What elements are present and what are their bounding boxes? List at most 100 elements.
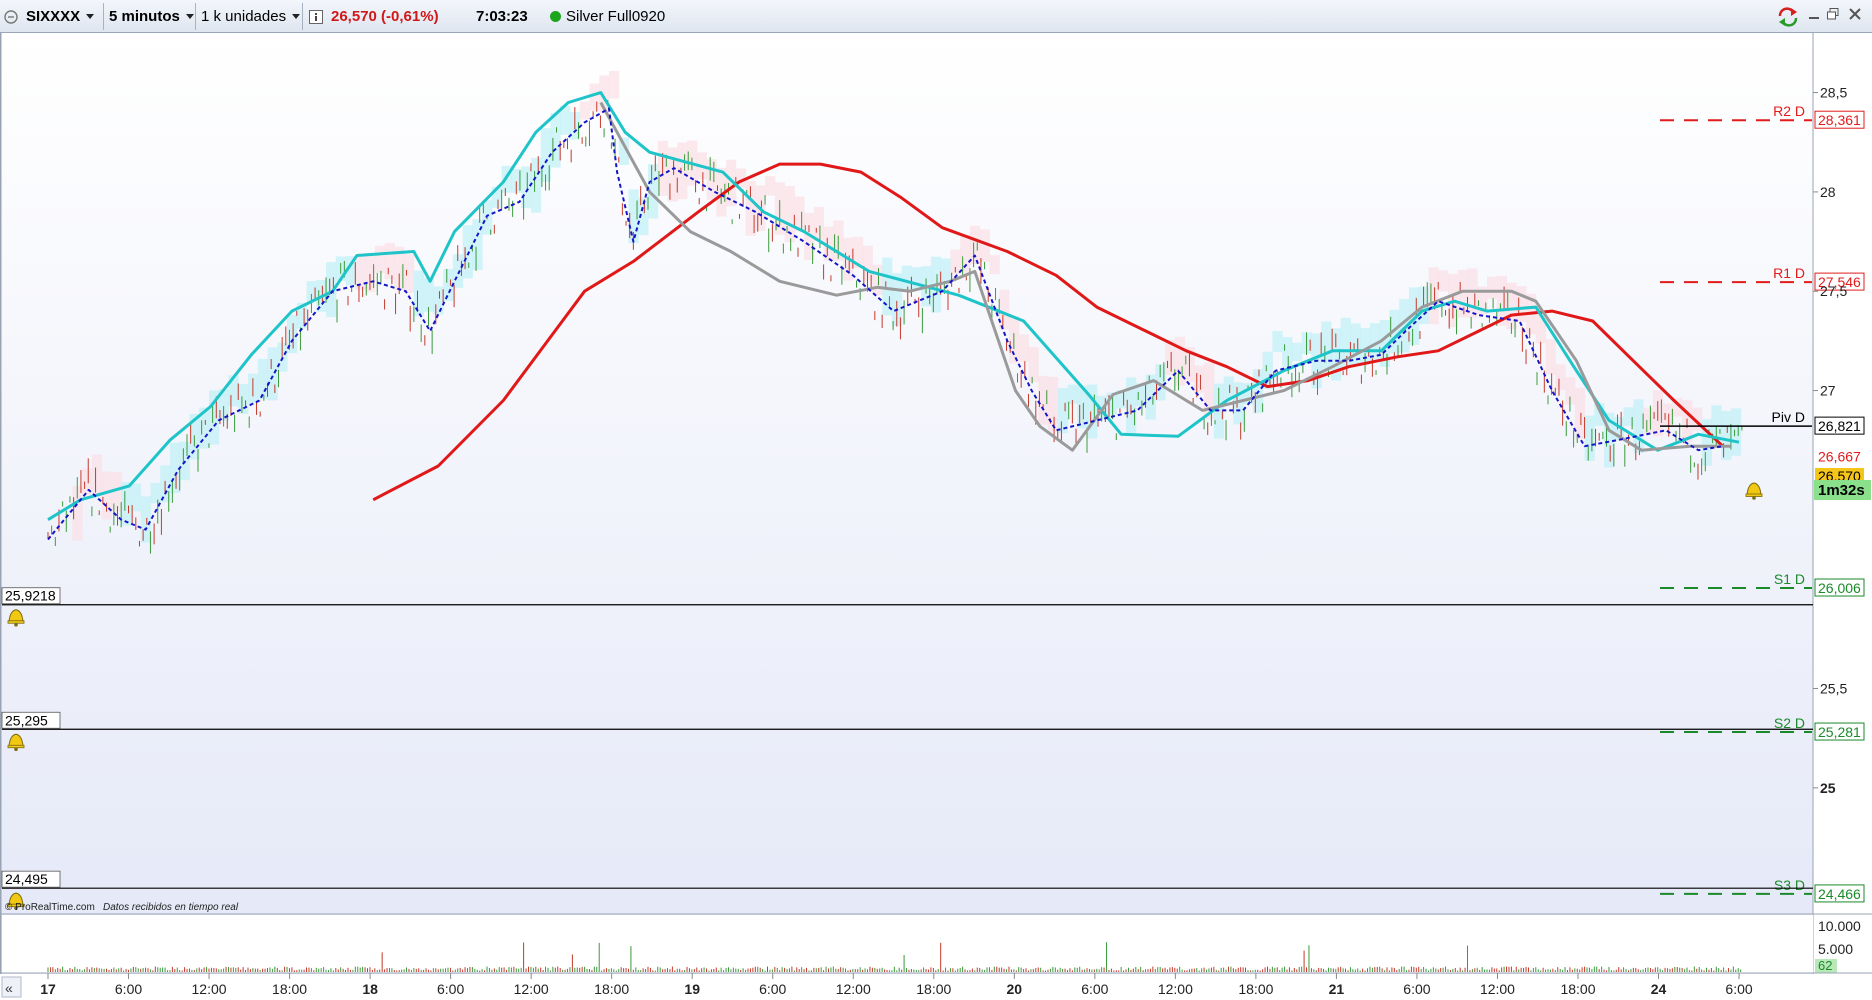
cloud-segment: [413, 270, 425, 317]
pivot-name: S3 D: [1774, 877, 1805, 893]
restore-icon[interactable]: [1826, 8, 1840, 22]
time-tick-label: 18: [362, 981, 378, 997]
time-tick-label: 6:00: [437, 981, 464, 997]
cloud-segment: [521, 166, 532, 209]
price-tick-label: 28,5: [1820, 85, 1847, 101]
cloud-segment: [999, 289, 1010, 330]
cloud-segment: [1291, 342, 1303, 362]
cloud-segment: [1545, 339, 1556, 375]
time-tick-label: 6:00: [759, 981, 786, 997]
price-chart[interactable]: R2 D28,361R1 D27,546Piv D26,821S1 D26,00…: [0, 33, 1872, 1000]
cloud-segment: [1282, 337, 1293, 368]
refresh-icon: [1778, 6, 1798, 27]
price-tick-label: 27: [1820, 383, 1836, 399]
symbol-selector[interactable]: SIXXXX: [26, 4, 95, 29]
time-tick-label: 6:00: [1403, 981, 1430, 997]
double-chevron-left-icon: «: [5, 980, 13, 996]
time-tick-label: 18:00: [1238, 981, 1273, 997]
cloud-segment: [1721, 410, 1732, 461]
cloud-segment: [579, 101, 590, 120]
symbol-label: SIXXXX: [26, 8, 81, 25]
time-tick-label: 18:00: [272, 981, 307, 997]
cloud-segment: [1047, 376, 1059, 432]
cloud-segment: [911, 267, 922, 291]
cloud-segment: [91, 454, 103, 494]
cloud-segment: [1467, 268, 1478, 318]
time-tick-label: 20: [1007, 981, 1023, 997]
time-tick-label: 12:00: [1158, 981, 1193, 997]
clock-time: 7:03:23: [476, 8, 528, 25]
minimize-icon[interactable]: [1807, 8, 1821, 22]
pivot-name: S2 D: [1774, 715, 1805, 731]
grip-icon[interactable]: [4, 4, 20, 29]
cloud-segment: [667, 147, 678, 202]
instrument-info: Silver Full0920: [550, 4, 665, 29]
cloud-segment: [550, 113, 561, 168]
cloud-segment: [960, 234, 971, 274]
cloud-segment: [140, 496, 151, 543]
cloud-segment: [267, 347, 278, 401]
cloud-segment: [423, 277, 434, 312]
cloud-segment: [462, 225, 473, 279]
time-tick-label: 6:00: [1725, 981, 1752, 997]
price-tick-label: 27,5: [1820, 283, 1847, 299]
cloud-segment: [989, 255, 1000, 275]
time-tick-label: 17: [40, 981, 56, 997]
cloud-segment: [765, 176, 776, 196]
info-icon: [309, 9, 323, 24]
cloud-segment: [1194, 365, 1205, 393]
info-button[interactable]: [309, 4, 323, 29]
time-tick-label: 21: [1329, 981, 1345, 997]
cloud-segment: [1643, 407, 1654, 435]
alert-value: 25,295: [5, 712, 48, 728]
cloud-segment: [433, 286, 444, 315]
volume-tick-label: 5.000: [1818, 941, 1853, 957]
cloud-segment: [1662, 403, 1673, 427]
cloud-segment: [1272, 331, 1283, 353]
chevron-down-icon: [86, 14, 95, 19]
cloud-segment: [384, 242, 395, 280]
time-tick-label: 12:00: [836, 981, 871, 997]
realtime-note: Datos recibidos en tiempo real: [103, 902, 239, 913]
timeframe-selector[interactable]: 5 minutos: [109, 4, 194, 29]
pivot-name: R1 D: [1773, 265, 1805, 281]
pivot-name: Piv D: [1772, 409, 1805, 425]
countdown-text: 1m32s: [1818, 482, 1865, 499]
close-icon[interactable]: [1848, 8, 1862, 22]
cloud-segment: [813, 206, 825, 241]
cloud-segment: [1584, 415, 1595, 461]
price-axis-area: [1813, 33, 1872, 1000]
cloud-segment: [969, 225, 981, 265]
cloud-segment: [1057, 387, 1069, 434]
price-tick-label: 25,5: [1820, 681, 1847, 697]
instrument-name: Silver Full0920: [566, 8, 666, 25]
cloud-segment: [1555, 364, 1566, 390]
units-selector[interactable]: 1 k unidades: [201, 4, 301, 29]
alert-value: 24,495: [5, 871, 48, 887]
time-tick-label: 18:00: [1560, 981, 1595, 997]
pivot-name: R2 D: [1773, 103, 1805, 119]
cloud-segment: [706, 159, 717, 200]
time-tick-label: 18:00: [916, 981, 951, 997]
time-tick-label: 12:00: [514, 981, 549, 997]
volume-current-label: 62: [1818, 958, 1832, 973]
price-tick-label: 28: [1820, 184, 1836, 200]
copyright-text: © ProRealTime.com: [5, 902, 95, 913]
scroll-left-button[interactable]: «: [1, 976, 22, 998]
cloud-segment: [1321, 321, 1332, 371]
cloud-segment: [901, 265, 912, 292]
cloud-segment: [150, 482, 161, 504]
alert-value: 25,9218: [5, 588, 56, 604]
cloud-segment: [1487, 276, 1498, 299]
time-tick-label: 12:00: [1480, 981, 1515, 997]
time-tick-label: 18:00: [594, 981, 629, 997]
cloud-segment: [608, 70, 620, 99]
cloud-segment: [1428, 267, 1439, 325]
pivot-value: 28,361: [1818, 112, 1861, 128]
cloud-segment: [101, 471, 112, 520]
units-label: 1 k unidades: [201, 8, 287, 25]
refresh-button[interactable]: [1776, 4, 1800, 29]
drag-handle-icon: [4, 9, 18, 24]
volume-tick-label: 10.000: [1818, 918, 1861, 934]
cloud-segment: [872, 264, 883, 296]
